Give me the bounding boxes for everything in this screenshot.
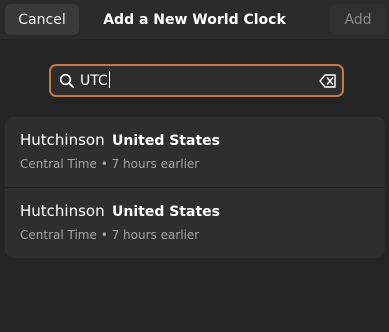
cancel-button[interactable]: Cancel	[5, 4, 79, 35]
search-field[interactable]: UTC	[49, 64, 344, 97]
list-item[interactable]: Hutchinson United States Central Time • …	[5, 187, 385, 258]
world-clock-dialog: Cancel Add a New World Clock Add UTC Hut…	[0, 0, 389, 332]
city-name: Hutchinson	[20, 202, 105, 220]
text-caret	[108, 71, 110, 88]
search-icon	[59, 73, 74, 88]
clear-text-icon[interactable]	[319, 73, 337, 89]
list-item[interactable]: Hutchinson United States Central Time • …	[5, 117, 385, 187]
results-list: Hutchinson United States Central Time • …	[5, 117, 385, 258]
timezone-detail: Central Time • 7 hours earlier	[20, 228, 200, 242]
search-input[interactable]: UTC	[80, 71, 310, 91]
country-name: United States	[112, 133, 220, 149]
add-button[interactable]: Add	[330, 4, 386, 35]
city-name: Hutchinson	[20, 131, 105, 149]
timezone-detail: Central Time • 7 hours earlier	[20, 157, 200, 171]
header-bar: Cancel Add a New World Clock Add	[0, 0, 389, 39]
search-input-text: UTC	[80, 73, 108, 89]
country-name: United States	[112, 204, 220, 220]
